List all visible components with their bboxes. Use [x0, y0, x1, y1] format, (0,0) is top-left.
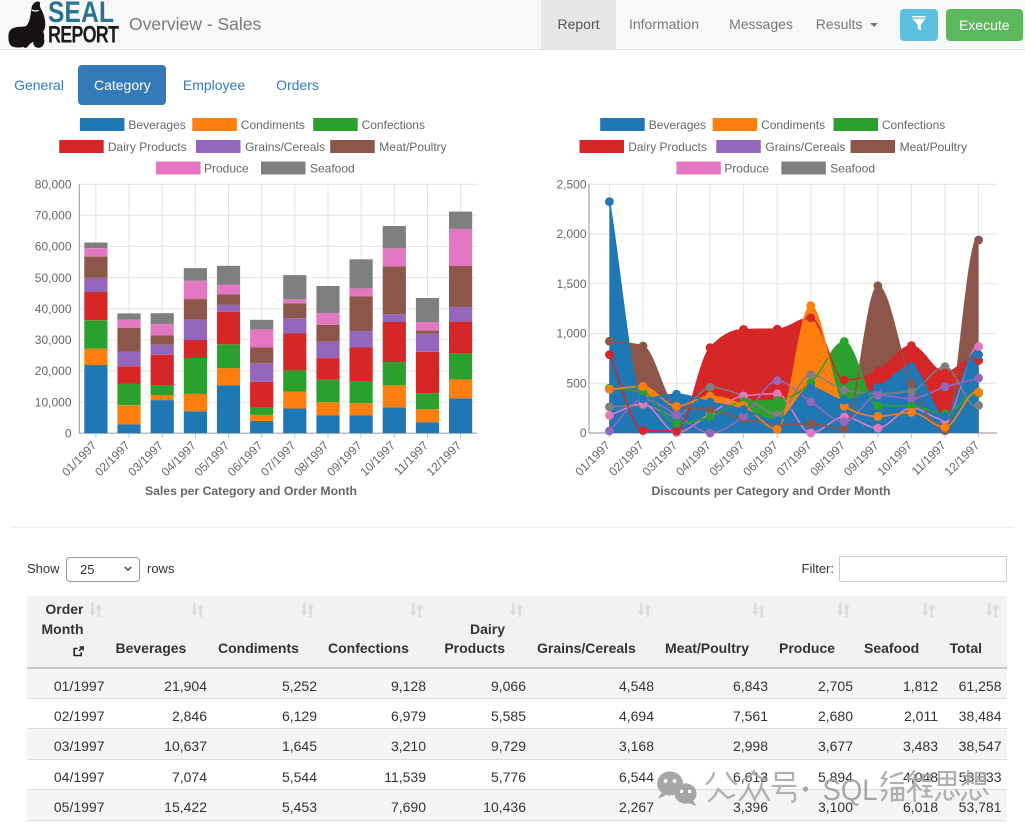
svg-text:Dairy Products: Dairy Products [108, 140, 187, 154]
svg-text:12/1997: 12/1997 [942, 438, 983, 479]
svg-text:0: 0 [580, 426, 587, 440]
svg-text:01/1997: 01/1997 [572, 438, 613, 479]
svg-text:10/1997: 10/1997 [357, 438, 398, 479]
svg-text:20,000: 20,000 [35, 364, 72, 378]
svg-text:09/1997: 09/1997 [324, 438, 365, 479]
svg-text:Sales per Category and Order M: Sales per Category and Order Month [145, 484, 357, 498]
svg-text:11/1997: 11/1997 [391, 438, 431, 478]
svg-text:60,000: 60,000 [35, 240, 72, 254]
svg-text:10,000: 10,000 [35, 395, 72, 409]
svg-text:Seafood: Seafood [310, 162, 355, 176]
svg-text:11/1997: 11/1997 [909, 438, 949, 478]
svg-text:Produce: Produce [204, 162, 249, 176]
svg-text:05/1997: 05/1997 [192, 438, 233, 479]
svg-text:Grains/Cereals: Grains/Cereals [765, 140, 845, 154]
svg-text:05/1997: 05/1997 [707, 438, 748, 479]
svg-text:Meat/Poultry: Meat/Poultry [900, 140, 967, 154]
svg-text:2,500: 2,500 [556, 178, 586, 192]
svg-text:08/1997: 08/1997 [807, 438, 848, 479]
svg-text:10/1997: 10/1997 [874, 438, 915, 479]
svg-text:12/1997: 12/1997 [424, 438, 465, 479]
svg-text:0: 0 [65, 426, 72, 440]
svg-text:04/1997: 04/1997 [158, 438, 199, 479]
svg-text:1,500: 1,500 [556, 277, 586, 291]
svg-text:Condiments: Condiments [761, 118, 825, 132]
svg-text:Beverages: Beverages [128, 118, 185, 132]
svg-text:Grains/Cereals: Grains/Cereals [245, 140, 325, 154]
svg-text:06/1997: 06/1997 [225, 438, 266, 479]
svg-text:09/1997: 09/1997 [841, 438, 882, 479]
svg-text:50,000: 50,000 [35, 271, 72, 285]
svg-text:Dairy Products: Dairy Products [628, 140, 707, 154]
svg-text:Confections: Confections [362, 118, 425, 132]
svg-text:02/1997: 02/1997 [92, 438, 133, 479]
svg-text:03/1997: 03/1997 [125, 438, 166, 479]
svg-text:03/1997: 03/1997 [640, 438, 681, 479]
svg-text:80,000: 80,000 [35, 177, 72, 191]
svg-text:Beverages: Beverages [649, 118, 706, 132]
svg-text:1,000: 1,000 [556, 327, 586, 341]
svg-text:08/1997: 08/1997 [291, 438, 332, 479]
svg-text:Confections: Confections [882, 118, 945, 132]
svg-text:30,000: 30,000 [35, 333, 72, 347]
svg-text:Produce: Produce [724, 162, 769, 176]
svg-text:04/1997: 04/1997 [673, 438, 714, 479]
svg-text:Discounts per Category and Ord: Discounts per Category and Order Month [651, 484, 890, 498]
svg-text:01/1997: 01/1997 [59, 438, 100, 479]
svg-text:Meat/Poultry: Meat/Poultry [379, 140, 446, 154]
svg-text:2,000: 2,000 [556, 227, 586, 241]
svg-text:40,000: 40,000 [35, 302, 72, 316]
svg-text:70,000: 70,000 [35, 209, 72, 223]
svg-text:500: 500 [566, 377, 586, 391]
svg-text:06/1997: 06/1997 [740, 438, 781, 479]
svg-text:07/1997: 07/1997 [774, 438, 815, 479]
svg-text:07/1997: 07/1997 [258, 438, 299, 479]
svg-text:Seafood: Seafood [830, 162, 875, 176]
svg-text:02/1997: 02/1997 [606, 438, 647, 479]
svg-text:Condiments: Condiments [241, 118, 305, 132]
